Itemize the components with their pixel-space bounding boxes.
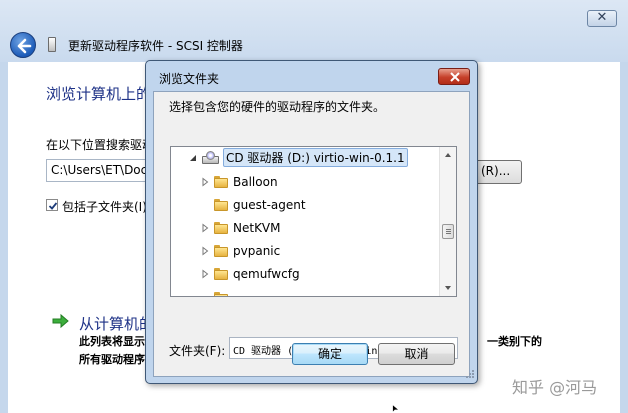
tree-scrollbar[interactable]: [439, 147, 456, 296]
scroll-thumb[interactable]: [442, 224, 454, 239]
pick-from-list-description-1: 此列表将显示: [79, 335, 145, 348]
collapsed-arrow-icon[interactable]: [200, 245, 210, 256]
tree-item-balloon[interactable]: Balloon: [200, 171, 278, 192]
browse-folder-dialog: 浏览文件夹 选择包含您的硬件的驱动程序的文件夹。 CD 驱动器 (D:) vir…: [145, 60, 478, 384]
folder-icon: [214, 267, 228, 280]
folder-icon: [214, 291, 228, 296]
folder-icon: [214, 198, 228, 211]
resize-grip-icon[interactable]: [463, 367, 475, 379]
pick-from-list-description-1-tail: 一类别下的: [487, 335, 542, 348]
dialog-body: 选择包含您的硬件的驱动程序的文件夹。 CD 驱动器 (D:) virtio-wi…: [153, 91, 470, 377]
back-arrow-button[interactable]: [10, 32, 36, 58]
scroll-down-arrow-icon: [445, 286, 451, 290]
cd-drive-icon: [202, 151, 219, 164]
include-subfolders-checkbox[interactable]: [46, 199, 58, 211]
search-location-label: 在以下位置搜索驱动: [46, 138, 155, 152]
folder-tree[interactable]: CD 驱动器 (D:) virtio-win-0.1.1 Balloon gue…: [170, 146, 457, 297]
tree-item-cd-drive[interactable]: CD 驱动器 (D:) virtio-win-0.1.1: [188, 147, 408, 168]
checkmark-icon: [48, 202, 58, 210]
dialog-close-button[interactable]: [438, 68, 470, 85]
back-arrow-icon: [17, 38, 32, 54]
tree-item-label: guest-agent: [233, 197, 306, 212]
green-arrow-icon: [52, 313, 69, 329]
collapsed-arrow-icon[interactable]: [200, 176, 210, 187]
wizard-heading: 浏览计算机上的: [46, 85, 152, 103]
tree-item-guest-agent[interactable]: guest-agent: [200, 194, 306, 215]
expanded-arrow-icon[interactable]: [188, 153, 198, 163]
folder-icon: [214, 175, 228, 188]
browse-button[interactable]: (R)...: [474, 160, 522, 184]
dialog-instruction: 选择包含您的硬件的驱动程序的文件夹。: [169, 100, 386, 114]
folder-icon: [214, 221, 228, 234]
close-icon: [450, 72, 460, 82]
cancel-button[interactable]: 取消: [378, 343, 455, 365]
wizard-title: 更新驱动程序软件 - SCSI 控制器: [68, 39, 243, 53]
scroll-up-arrow-icon: [445, 153, 451, 157]
device-icon: [48, 37, 56, 52]
include-subfolders-label: 包括子文件夹(I): [62, 200, 147, 214]
scroll-down-button[interactable]: [440, 279, 456, 296]
watermark: 知乎 @河马: [512, 378, 598, 397]
tree-item-label: pvpanic: [233, 243, 281, 258]
tree-item-netkvm[interactable]: NetKVM: [200, 217, 281, 238]
tree-item-pvpanic[interactable]: pvpanic: [200, 240, 280, 261]
dialog-title: 浏览文件夹: [159, 72, 220, 86]
folder-icon: [214, 244, 228, 257]
wizard-close-button[interactable]: ✕: [587, 10, 617, 27]
pick-from-list-link[interactable]: 从计算机的: [79, 313, 154, 334]
mouse-cursor-icon: [392, 404, 400, 413]
folder-field-label: 文件夹(F):: [169, 344, 226, 358]
ok-button[interactable]: 确定: [292, 343, 368, 365]
search-path-input[interactable]: C:\Users\ET\Docu: [46, 159, 156, 182]
pick-from-list-description-2: 所有驱动程序: [79, 353, 145, 366]
collapsed-arrow-icon[interactable]: [200, 268, 210, 279]
tree-item-label: Balloon: [233, 174, 278, 189]
scroll-up-button[interactable]: [440, 147, 456, 164]
collapsed-arrow-icon[interactable]: [200, 222, 210, 233]
tree-item-qemufwcfg[interactable]: qemufwcfg: [200, 263, 300, 284]
tree-item-label: qemufwcfg: [233, 266, 300, 281]
tree-item-partial[interactable]: [214, 287, 233, 296]
tree-item-label: NetKVM: [233, 220, 281, 235]
tree-item-label: CD 驱动器 (D:) virtio-win-0.1.1: [223, 148, 408, 167]
